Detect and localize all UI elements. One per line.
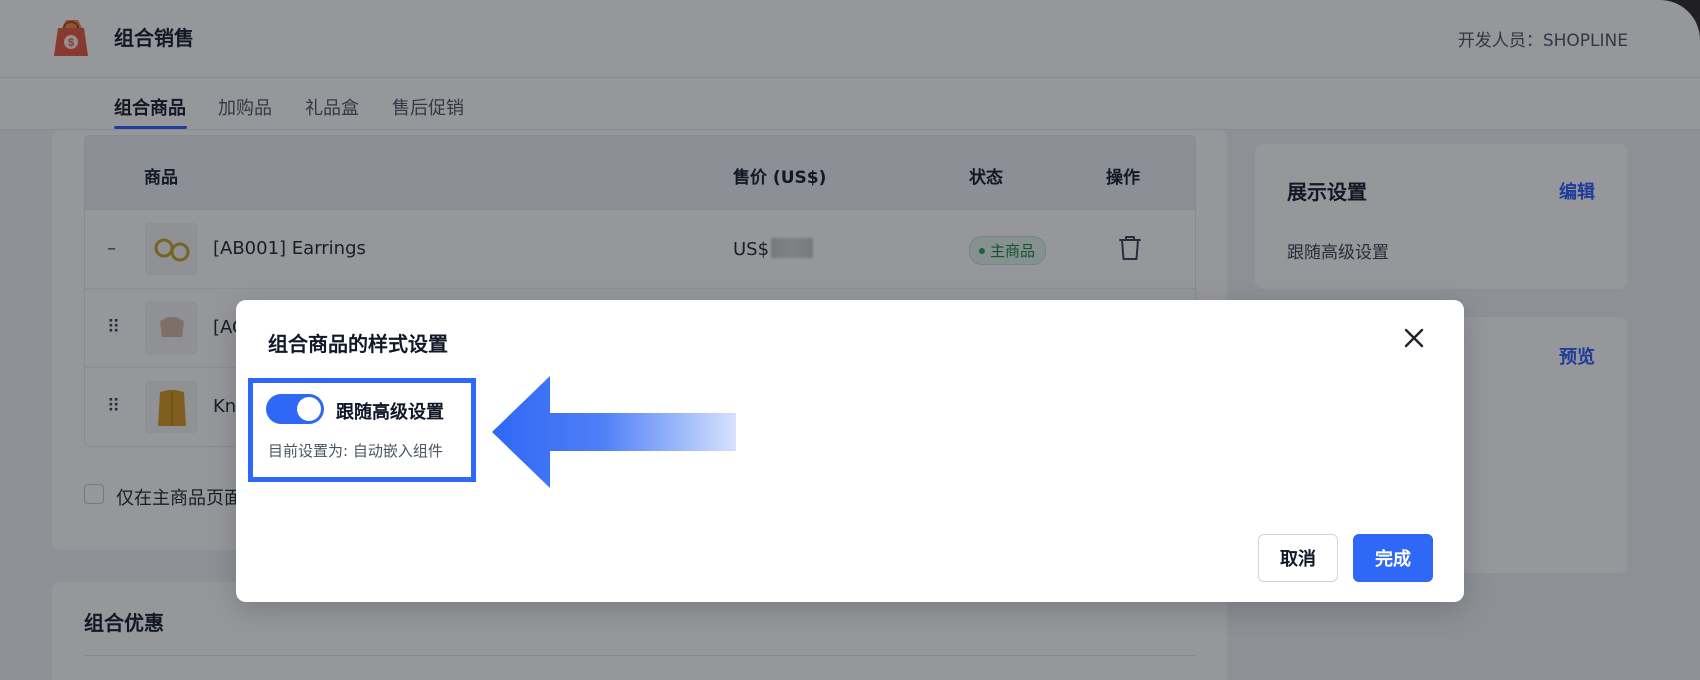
- current-setting-text: 目前设置为: 自动嵌入组件: [268, 442, 443, 460]
- toggle-label: 跟随高级设置: [336, 402, 444, 423]
- dialog-title: 组合商品的样式设置: [268, 332, 448, 356]
- cancel-button[interactable]: 取消: [1258, 534, 1338, 582]
- arrow-left-annotation-icon: [492, 376, 736, 488]
- close-icon[interactable]: [1400, 324, 1428, 352]
- style-settings-dialog: 组合商品的样式设置 跟随高级设置 目前设置为: 自动嵌入组件 取消 完成: [236, 300, 1464, 602]
- done-button[interactable]: 完成: [1353, 534, 1433, 582]
- app-root: $ 组合销售 开发人员：SHOPLINE 组合商品 加购品 礼品盒 售后促销 商…: [0, 0, 1700, 680]
- toggle-knob: [297, 397, 321, 421]
- follow-advanced-settings-toggle[interactable]: [266, 394, 324, 424]
